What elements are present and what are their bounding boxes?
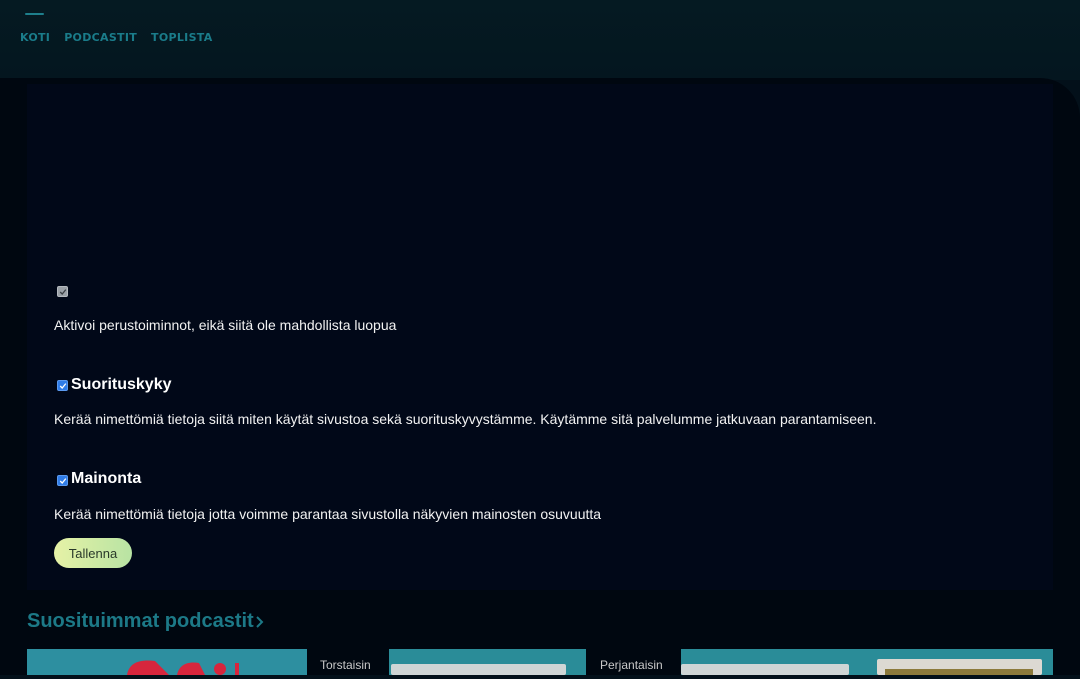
chevron-right-icon[interactable] [255, 615, 265, 629]
advertising-title: Mainonta [71, 470, 142, 487]
checkmark-icon [59, 478, 67, 484]
essential-description: Aktivoi perustoiminnot, eikä siitä ole m… [54, 317, 397, 333]
podcast-cover-art [681, 664, 849, 675]
nav-link-podcastit[interactable]: PODCASTIT [64, 31, 137, 44]
checkmark-icon [59, 383, 67, 389]
performance-title: Suorituskyky [71, 376, 172, 393]
advertising-checkbox[interactable] [57, 475, 68, 486]
section-title[interactable]: Suosituimmat podcastit [27, 610, 254, 633]
top-navigation-bar: KOTI PODCASTIT TOPLISTA [0, 0, 1080, 80]
nav-link-koti[interactable]: KOTI [20, 31, 50, 44]
nav-link-toplista[interactable]: TOPLISTA [151, 31, 213, 44]
performance-checkbox[interactable] [57, 380, 68, 391]
podcast-card-schedule: Perjantaisin [600, 658, 663, 672]
podcast-card-image[interactable] [27, 649, 307, 675]
advertising-description: Kerää nimettömiä tietoja jotta voimme pa… [54, 506, 602, 522]
main-nav: KOTI PODCASTIT TOPLISTA [20, 31, 213, 44]
performance-description: Kerää nimettömiä tietoja siitä miten käy… [54, 411, 877, 427]
podcast-cover-art [391, 664, 566, 675]
active-nav-indicator [25, 13, 44, 15]
podcast-cover-art [127, 660, 239, 675]
checkmark-icon [59, 289, 67, 295]
podcast-card-image[interactable] [681, 649, 1053, 675]
essential-checkbox [57, 286, 68, 297]
podcast-card-schedule: Torstaisin [320, 658, 371, 672]
podcast-card-image[interactable] [389, 649, 586, 675]
save-button[interactable]: Tallenna [54, 538, 132, 568]
podcast-cover-art [877, 659, 1042, 675]
